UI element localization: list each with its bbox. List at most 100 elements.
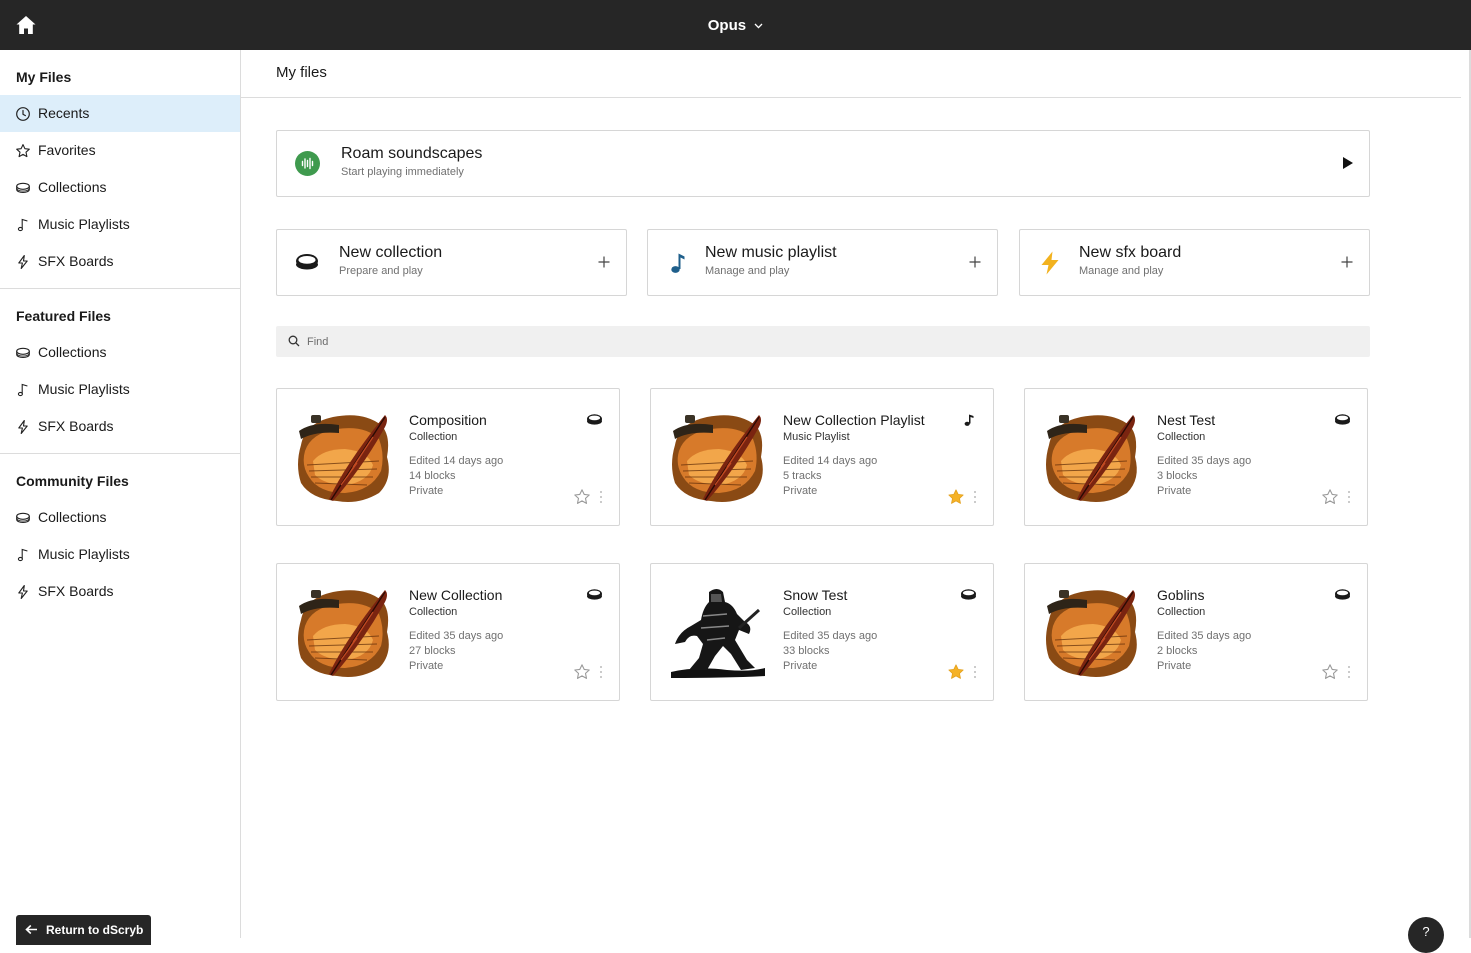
page-title: My files (276, 64, 327, 81)
file-card[interactable]: Goblins Collection Edited 35 days ago 2 … (1024, 563, 1368, 701)
music-note-icon (15, 382, 31, 398)
star-filled-icon[interactable] (947, 488, 965, 506)
new-card-subtitle: Manage and play (705, 265, 790, 277)
workspace-switcher[interactable]: Opus (0, 17, 1471, 34)
play-icon[interactable] (1343, 157, 1353, 169)
lightning-icon (15, 584, 31, 600)
sidebar-heading: My Files (16, 69, 72, 85)
more-options-icon[interactable] (973, 665, 977, 679)
file-edited: Edited 35 days ago (409, 630, 504, 642)
file-privacy: Private (409, 660, 444, 672)
file-privacy: Private (1157, 485, 1192, 497)
file-type: Music Playlist (783, 431, 850, 443)
file-count: 33 blocks (783, 645, 830, 657)
sidebar-item-label: Favorites (38, 142, 96, 158)
workspace-name: Opus (707, 17, 747, 34)
collection-icon (586, 588, 603, 602)
sidebar-item-community-collections[interactable]: Collections (0, 499, 240, 536)
soundwave-icon (295, 151, 320, 176)
clock-icon (15, 106, 31, 122)
new-card-subtitle: Prepare and play (339, 265, 423, 277)
roam-soundscapes-card[interactable]: Roam soundscapes Start playing immediate… (276, 130, 1370, 197)
file-privacy: Private (1157, 660, 1192, 672)
main-content: My files Roam soundscapes Start playing … (241, 50, 1471, 938)
file-type: Collection (409, 431, 458, 443)
sidebar-item-featured-sfx-boards[interactable]: SFX Boards (0, 408, 240, 445)
file-count: 5 tracks (783, 470, 822, 482)
star-icon[interactable] (1321, 663, 1339, 681)
plus-icon[interactable] (1341, 256, 1353, 268)
search-icon (288, 335, 300, 347)
sidebar: My Files Recents Favorites Collections M… (0, 50, 241, 945)
file-card[interactable]: New Collection Collection Edited 35 days… (276, 563, 620, 701)
collection-icon (15, 180, 31, 196)
music-note-icon (671, 253, 685, 273)
file-title: Goblins (1157, 587, 1205, 603)
chevron-down-icon (754, 23, 763, 29)
sidebar-item-collections[interactable]: Collections (0, 169, 240, 206)
sidebar-item-featured-collections[interactable]: Collections (0, 334, 240, 371)
collection-icon (1334, 413, 1351, 427)
file-privacy: Private (783, 485, 818, 497)
more-options-icon[interactable] (973, 490, 977, 504)
star-icon[interactable] (1321, 488, 1339, 506)
collection-icon (586, 413, 603, 427)
plus-icon[interactable] (598, 256, 610, 268)
sidebar-item-featured-music-playlists[interactable]: Music Playlists (0, 371, 240, 408)
sidebar-item-music-playlists[interactable]: Music Playlists (0, 206, 240, 243)
file-title: Snow Test (783, 587, 848, 603)
sidebar-item-sfx-boards[interactable]: SFX Boards (0, 243, 240, 280)
file-count: 3 blocks (1157, 470, 1198, 482)
return-label: Return to dScryb (46, 923, 144, 937)
more-options-icon[interactable] (1347, 490, 1351, 504)
new-sfx-board-card[interactable]: New sfx board Manage and play (1019, 229, 1370, 296)
file-card[interactable]: Composition Collection Edited 14 days ag… (276, 388, 620, 526)
file-edited: Edited 14 days ago (409, 455, 504, 467)
star-icon[interactable] (573, 663, 591, 681)
file-type: Collection (1157, 431, 1206, 443)
search-bar[interactable] (276, 326, 1370, 357)
collection-icon (960, 588, 977, 602)
sidebar-item-community-sfx-boards[interactable]: SFX Boards (0, 573, 240, 610)
collection-icon (15, 345, 31, 361)
new-card-title: New music playlist (705, 244, 837, 261)
sidebar-heading: Featured Files (16, 308, 111, 324)
file-card[interactable]: New Collection Playlist Music Playlist E… (650, 388, 994, 526)
sidebar-item-label: Recents (38, 105, 90, 121)
more-options-icon[interactable] (599, 665, 603, 679)
star-filled-icon[interactable] (947, 663, 965, 681)
help-button[interactable]: ? (1408, 917, 1444, 953)
plus-icon[interactable] (969, 256, 981, 268)
collection-icon (296, 254, 318, 270)
warrior-thumbnail (667, 580, 769, 682)
quill-thumbnail (1041, 580, 1143, 682)
help-label: ? (1422, 924, 1430, 939)
file-edited: Edited 35 days ago (783, 630, 878, 642)
file-title: New Collection Playlist (783, 412, 925, 428)
new-music-playlist-card[interactable]: New music playlist Manage and play (647, 229, 998, 296)
search-input[interactable] (307, 326, 1347, 357)
new-card-subtitle: Manage and play (1079, 265, 1164, 277)
sidebar-item-label: Music Playlists (38, 546, 130, 562)
return-to-dscryb-button[interactable]: Return to dScryb (16, 915, 151, 945)
collection-icon (1334, 588, 1351, 602)
sidebar-heading: Community Files (16, 473, 129, 489)
file-card[interactable]: Nest Test Collection Edited 35 days ago … (1024, 388, 1368, 526)
file-edited: Edited 14 days ago (783, 455, 878, 467)
more-options-icon[interactable] (599, 490, 603, 504)
sidebar-item-favorites[interactable]: Favorites (0, 132, 240, 169)
top-bar: Opus (0, 0, 1471, 50)
quill-thumbnail (293, 580, 395, 682)
star-icon[interactable] (573, 488, 591, 506)
collection-icon (15, 510, 31, 526)
music-note-icon (15, 547, 31, 563)
new-collection-card[interactable]: New collection Prepare and play (276, 229, 627, 296)
sidebar-item-recents[interactable]: Recents (0, 95, 240, 132)
file-count: 2 blocks (1157, 645, 1198, 657)
new-card-title: New collection (339, 244, 443, 261)
file-card[interactable]: Snow Test Collection Edited 35 days ago … (650, 563, 994, 701)
music-note-icon (15, 217, 31, 233)
file-privacy: Private (409, 485, 444, 497)
sidebar-item-community-music-playlists[interactable]: Music Playlists (0, 536, 240, 573)
more-options-icon[interactable] (1347, 665, 1351, 679)
